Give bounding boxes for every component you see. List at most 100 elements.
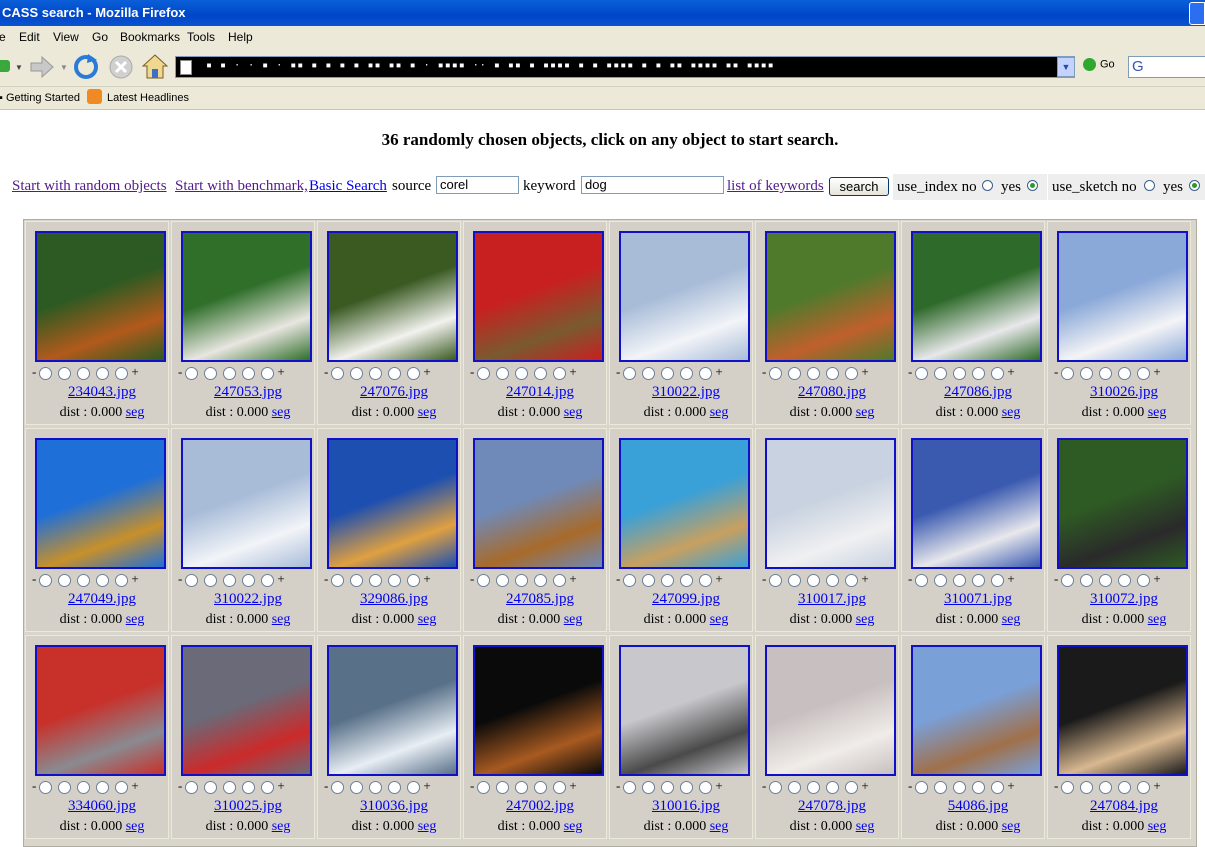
rating-radio[interactable] — [826, 573, 840, 587]
rating-radio[interactable] — [553, 573, 567, 587]
rating-radio[interactable] — [934, 366, 948, 380]
file-link[interactable]: 247049.jpg — [68, 591, 136, 607]
rating-radio[interactable] — [769, 780, 783, 794]
seg-link[interactable]: seg — [1002, 405, 1021, 420]
file-link[interactable]: 247080.jpg — [798, 384, 866, 400]
seg-link[interactable]: seg — [126, 405, 145, 420]
minimize-button[interactable] — [1189, 2, 1205, 25]
rating-radio[interactable] — [623, 573, 637, 587]
result-thumbnail[interactable] — [1057, 231, 1188, 362]
menu-edit[interactable]: Edit — [19, 30, 40, 44]
rating-radio[interactable] — [680, 366, 694, 380]
menu-file[interactable]: e — [0, 30, 6, 44]
file-link[interactable]: 310016.jpg — [652, 798, 720, 814]
rating-radio[interactable] — [115, 780, 129, 794]
rating-radio[interactable] — [39, 573, 53, 587]
rating-radio[interactable] — [115, 366, 129, 380]
url-dropdown-icon[interactable]: ▼ — [1057, 57, 1075, 77]
file-link[interactable]: 310036.jpg — [360, 798, 428, 814]
seg-link[interactable]: seg — [418, 405, 437, 420]
seg-link[interactable]: seg — [564, 405, 583, 420]
rating-radio[interactable] — [496, 780, 510, 794]
rating-radio[interactable] — [769, 366, 783, 380]
file-link[interactable]: 310026.jpg — [1090, 384, 1158, 400]
rating-radio[interactable] — [96, 780, 110, 794]
rating-radio[interactable] — [953, 573, 967, 587]
rating-radio[interactable] — [972, 780, 986, 794]
menu-view[interactable]: View — [53, 30, 79, 44]
seg-link[interactable]: seg — [1148, 612, 1167, 627]
rating-radio[interactable] — [331, 780, 345, 794]
rating-radio[interactable] — [534, 366, 548, 380]
random-objects-link[interactable]: Start with random objects — [12, 178, 167, 195]
rating-radio[interactable] — [699, 780, 713, 794]
back-icon[interactable] — [0, 60, 10, 72]
rating-radio[interactable] — [953, 780, 967, 794]
rating-radio[interactable] — [534, 780, 548, 794]
use-sketch-no-radio[interactable] — [1144, 180, 1155, 191]
file-link[interactable]: 247099.jpg — [652, 591, 720, 607]
rating-radio[interactable] — [642, 780, 656, 794]
rating-radio[interactable] — [407, 366, 421, 380]
bookmark-latest-headlines[interactable]: Latest Headlines — [107, 92, 189, 104]
rating-radio[interactable] — [369, 573, 383, 587]
file-link[interactable]: 54086.jpg — [948, 798, 1008, 814]
seg-link[interactable]: seg — [564, 819, 583, 834]
rating-radio[interactable] — [680, 780, 694, 794]
use-sketch-yes-radio[interactable] — [1189, 180, 1200, 191]
result-thumbnail[interactable] — [911, 438, 1042, 569]
result-thumbnail[interactable] — [1057, 645, 1188, 776]
file-link[interactable]: 247078.jpg — [798, 798, 866, 814]
result-thumbnail[interactable] — [765, 645, 896, 776]
rating-radio[interactable] — [661, 780, 675, 794]
keyword-input[interactable]: dog — [581, 176, 724, 194]
seg-link[interactable]: seg — [1148, 405, 1167, 420]
result-thumbnail[interactable] — [473, 231, 604, 362]
rating-radio[interactable] — [1061, 780, 1075, 794]
rating-radio[interactable] — [1118, 366, 1132, 380]
result-thumbnail[interactable] — [327, 231, 458, 362]
rating-radio[interactable] — [331, 573, 345, 587]
rating-radio[interactable] — [1137, 780, 1151, 794]
use-index-no-radio[interactable] — [982, 180, 993, 191]
rating-radio[interactable] — [185, 573, 199, 587]
rating-radio[interactable] — [477, 780, 491, 794]
go-button[interactable]: Go — [1083, 58, 1115, 71]
result-thumbnail[interactable] — [473, 645, 604, 776]
rating-radio[interactable] — [553, 366, 567, 380]
file-link[interactable]: 247002.jpg — [506, 798, 574, 814]
seg-link[interactable]: seg — [418, 612, 437, 627]
stop-icon[interactable] — [108, 54, 134, 80]
rating-radio[interactable] — [185, 780, 199, 794]
rating-radio[interactable] — [242, 573, 256, 587]
seg-link[interactable]: seg — [564, 612, 583, 627]
rating-radio[interactable] — [845, 366, 859, 380]
reload-icon[interactable] — [73, 54, 99, 80]
rating-radio[interactable] — [223, 780, 237, 794]
menu-go[interactable]: Go — [92, 30, 108, 44]
result-thumbnail[interactable] — [911, 231, 1042, 362]
rating-radio[interactable] — [661, 366, 675, 380]
file-link[interactable]: 334060.jpg — [68, 798, 136, 814]
file-link[interactable]: 247053.jpg — [214, 384, 282, 400]
rating-radio[interactable] — [350, 573, 364, 587]
seg-link[interactable]: seg — [856, 405, 875, 420]
rating-radio[interactable] — [807, 573, 821, 587]
rating-radio[interactable] — [845, 573, 859, 587]
use-index-yes-radio[interactable] — [1027, 180, 1038, 191]
rating-radio[interactable] — [261, 366, 275, 380]
menu-tools[interactable]: Tools — [187, 30, 215, 44]
forward-dropdown-icon[interactable]: ▼ — [60, 63, 68, 72]
rating-radio[interactable] — [515, 573, 529, 587]
rating-radio[interactable] — [204, 573, 218, 587]
rating-radio[interactable] — [953, 366, 967, 380]
seg-link[interactable]: seg — [1002, 819, 1021, 834]
file-link[interactable]: 310022.jpg — [652, 384, 720, 400]
rating-radio[interactable] — [623, 780, 637, 794]
rating-radio[interactable] — [77, 780, 91, 794]
seg-link[interactable]: seg — [272, 405, 291, 420]
result-thumbnail[interactable] — [765, 438, 896, 569]
rating-radio[interactable] — [680, 573, 694, 587]
rating-radio[interactable] — [261, 573, 275, 587]
rating-radio[interactable] — [991, 573, 1005, 587]
